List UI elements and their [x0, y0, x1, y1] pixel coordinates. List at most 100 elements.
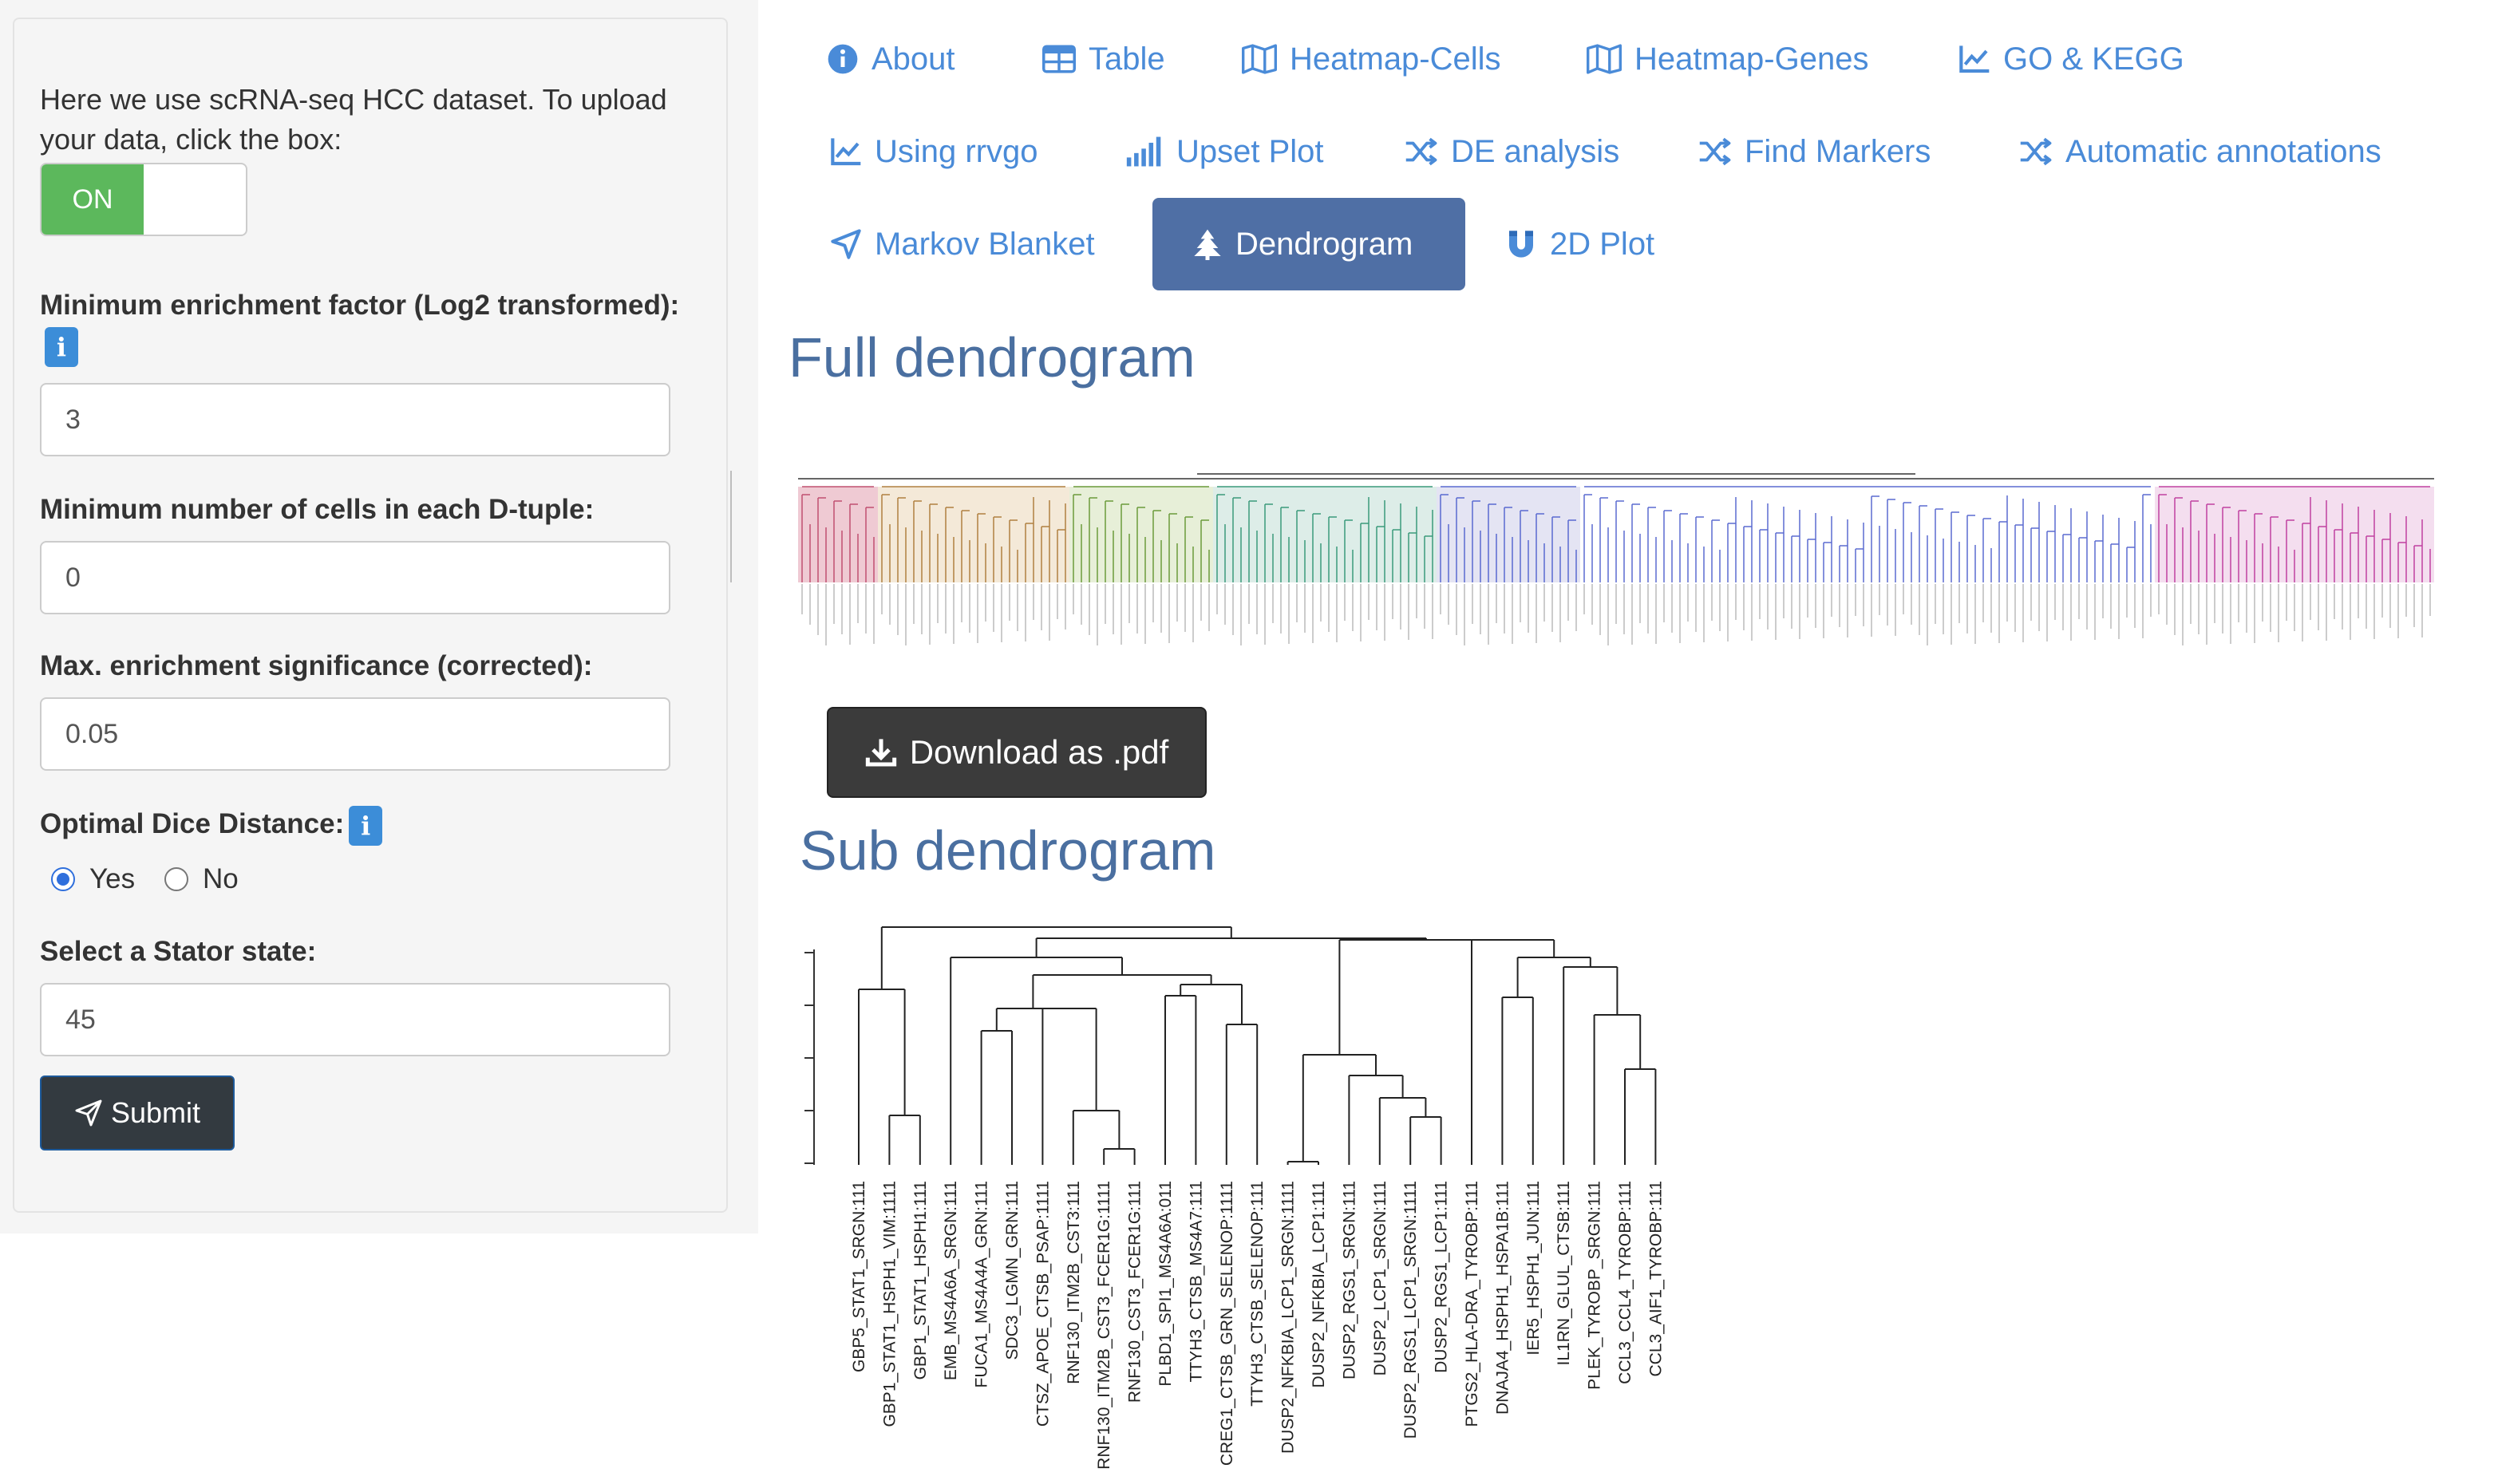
leaf-label: PLEK_TYROBP_SRGN:111: [1586, 1181, 1604, 1390]
tab-de-analysis[interactable]: DE analysis: [1405, 128, 1619, 176]
min-enrichment-label: Minimum enrichment factor (Log2 transfor…: [40, 286, 694, 367]
leaf-label: DUSP2_NFKBIA_LCP1:111: [1310, 1181, 1328, 1388]
submit-button[interactable]: Submit: [40, 1076, 235, 1150]
tab-go-kegg[interactable]: GO & KEGG: [1958, 35, 2184, 83]
leaf-label: EMB_MS4A6A_SRGN:111: [942, 1181, 960, 1380]
leaf-label: RNF130_ITM2B_CST3:111: [1065, 1181, 1083, 1384]
share-icon: [831, 229, 861, 259]
tab-automatic-annotations[interactable]: Automatic annotations: [2019, 128, 2381, 176]
leaf-label: DUSP2_RGS1_LCP1:111: [1433, 1181, 1451, 1373]
tab-label: DE analysis: [1451, 133, 1620, 169]
stator-input[interactable]: 45: [40, 983, 670, 1056]
tab-label: Dendrogram: [1235, 226, 1413, 262]
magnet-icon: [1509, 231, 1533, 258]
cluster-highlight: [1069, 487, 1213, 582]
dice-no-label: No: [203, 863, 239, 894]
leaf-label: FUCA1_MS4A4A_GRN:111: [973, 1181, 991, 1388]
toggle-on-label: ON: [42, 164, 144, 235]
max-significance-label: Max. enrichment significance (corrected)…: [40, 650, 593, 681]
info-icon[interactable]: i: [349, 805, 383, 846]
sub-dendrogram-image[interactable]: GBP5_STAT1_SRGN:111 GBP1_STAT1_HSPH1_VIM:…: [790, 926, 1708, 1484]
tab-label: Upset Plot: [1176, 133, 1324, 169]
dice-yes-label: Yes: [89, 863, 136, 894]
tab-label: Automatic annotations: [2065, 133, 2381, 169]
tab-label: 2D Plot: [1550, 226, 1655, 262]
tab-label: About: [872, 41, 955, 77]
tab-label: Find Markers: [1745, 133, 1931, 169]
tab-find-markers[interactable]: Find Markers: [1698, 128, 1931, 176]
dice-yes-radio[interactable]: Yes: [51, 863, 135, 895]
tab-2d-plot[interactable]: 2D Plot: [1505, 220, 1654, 268]
leaf-label: RNF130_CST3_FCER1G:111: [1126, 1181, 1144, 1403]
dice-no-radio[interactable]: No: [164, 863, 239, 895]
leaf-label: CCL3_AIF1_TYROBP:111: [1646, 1181, 1665, 1377]
tab-label: Heatmap-Genes: [1634, 41, 1869, 77]
leaf-label: GBP1_STAT1_HSPH1_VIM:1111: [880, 1181, 899, 1427]
signal-bars-icon: [1126, 136, 1161, 167]
submit-label: Submit: [110, 1096, 201, 1129]
intro-text: Here we use scRNA-seq HCC dataset. To up…: [40, 83, 667, 156]
leaf-label: IER5_HSPH1_JUN:111: [1524, 1181, 1543, 1356]
tab-heatmap-genes[interactable]: Heatmap-Genes: [1587, 35, 1868, 83]
tab-about[interactable]: About: [827, 35, 955, 83]
line-chart-icon: [831, 138, 861, 166]
radio-selected-icon: [51, 867, 75, 891]
info-circle-icon: [828, 44, 858, 74]
leaf-label: TTYH3_CTSB_SELENOP:111: [1248, 1181, 1267, 1407]
leaf-label: DNAJA4_HSPH1_HSPA1B:111: [1493, 1181, 1512, 1415]
line-chart-icon: [1959, 45, 1990, 73]
paper-plane-icon: [75, 1099, 102, 1127]
min-enrichment-input[interactable]: 3: [40, 383, 670, 456]
tab-label: Heatmap-Cells: [1290, 41, 1501, 77]
max-significance-input[interactable]: 0.05: [40, 697, 670, 771]
min-cells-label: Minimum number of cells in each D-tuple:: [40, 494, 595, 525]
download-pdf-button[interactable]: Download as .pdf: [827, 707, 1207, 798]
leaf-label: PLBD1_SPI1_MS4A6A:011: [1156, 1181, 1175, 1387]
tab-label: Markov Blanket: [875, 226, 1095, 262]
leaf-label: IL1RN_GLUL_CTSB:111: [1555, 1181, 1573, 1366]
tab-label: Using rrvgo: [875, 133, 1038, 169]
leaf-label: SDC3_LGMN_GRN:111: [1003, 1181, 1022, 1360]
min-enrichment-label-text: Minimum enrichment factor (Log2 transfor…: [40, 290, 680, 321]
full-dendrogram-title: Full dendrogram: [789, 326, 1196, 389]
tab-label: GO & KEGG: [2003, 41, 2184, 77]
tab-table[interactable]: Table: [1042, 35, 1165, 83]
cluster-highlight: [1213, 487, 1437, 582]
leaf-label: GBP5_STAT1_SRGN:111: [850, 1181, 868, 1372]
leaf-label: DUSP2_RGS1_LCP1_SRGN:1111: [1401, 1181, 1420, 1439]
tab-dendrogram-active-bg[interactable]: Dendrogram: [1152, 198, 1465, 290]
cluster-highlight: [1437, 487, 1580, 582]
dice-label: Optimal Dice Distance: i: [40, 804, 383, 846]
tab-using-rrvgo[interactable]: Using rrvgo: [830, 128, 1038, 176]
radio-unselected-icon: [164, 867, 188, 891]
tree-icon: [1194, 229, 1221, 260]
stator-label: Select a Stator state:: [40, 936, 317, 967]
map-icon: [1242, 44, 1277, 74]
tab-markov-blanket[interactable]: Markov Blanket: [830, 220, 1095, 268]
leaf-label: DUSP2_RGS1_SRGN:111: [1340, 1181, 1358, 1379]
tab-upset-plot[interactable]: Upset Plot: [1125, 128, 1324, 176]
tab-dendrogram[interactable]: Dendrogram: [1192, 220, 1413, 268]
leaf-label: GBP1_STAT1_HSPH1:111: [911, 1181, 930, 1379]
download-label: Download as .pdf: [909, 733, 1169, 771]
leaf-label: DUSP2_LCP1_SRGN:111: [1371, 1181, 1389, 1375]
shuffle-icon: [1699, 137, 1731, 166]
leaf-label: CTSZ_APOE_CTSB_PSAP:1111: [1034, 1181, 1052, 1427]
leaf-label: CREG1_CTSB_GRN_SELENOP:1111: [1218, 1181, 1236, 1466]
tab-heatmap-cells[interactable]: Heatmap-Cells: [1242, 35, 1501, 83]
full-dendrogram-image[interactable]: [718, 463, 2450, 670]
min-cells-input[interactable]: 0: [40, 541, 670, 614]
shuffle-icon: [1405, 137, 1437, 166]
leaf-label: DUSP2_NFKBIA_LCP1_SRGN:1111: [1279, 1181, 1298, 1454]
shuffle-icon: [2020, 137, 2052, 166]
sub-dendrogram-title: Sub dendrogram: [800, 819, 1216, 882]
table-icon: [1042, 45, 1076, 73]
info-icon[interactable]: i: [45, 326, 78, 367]
leaf-label: TTYH3_CTSB_MS4A7:111: [1187, 1181, 1205, 1383]
leaf-label: RNF130_ITM2B_CST3_FCER1G:1111: [1095, 1181, 1113, 1470]
leaf-label: PTGS2_HLA-DRA_TYROBP:111: [1463, 1181, 1481, 1427]
leaf-label: CCL3_CCL4_TYROBP:111: [1616, 1181, 1634, 1384]
map-icon: [1587, 44, 1622, 74]
cluster-highlight: [878, 487, 1069, 582]
upload-toggle[interactable]: ON: [40, 163, 247, 236]
